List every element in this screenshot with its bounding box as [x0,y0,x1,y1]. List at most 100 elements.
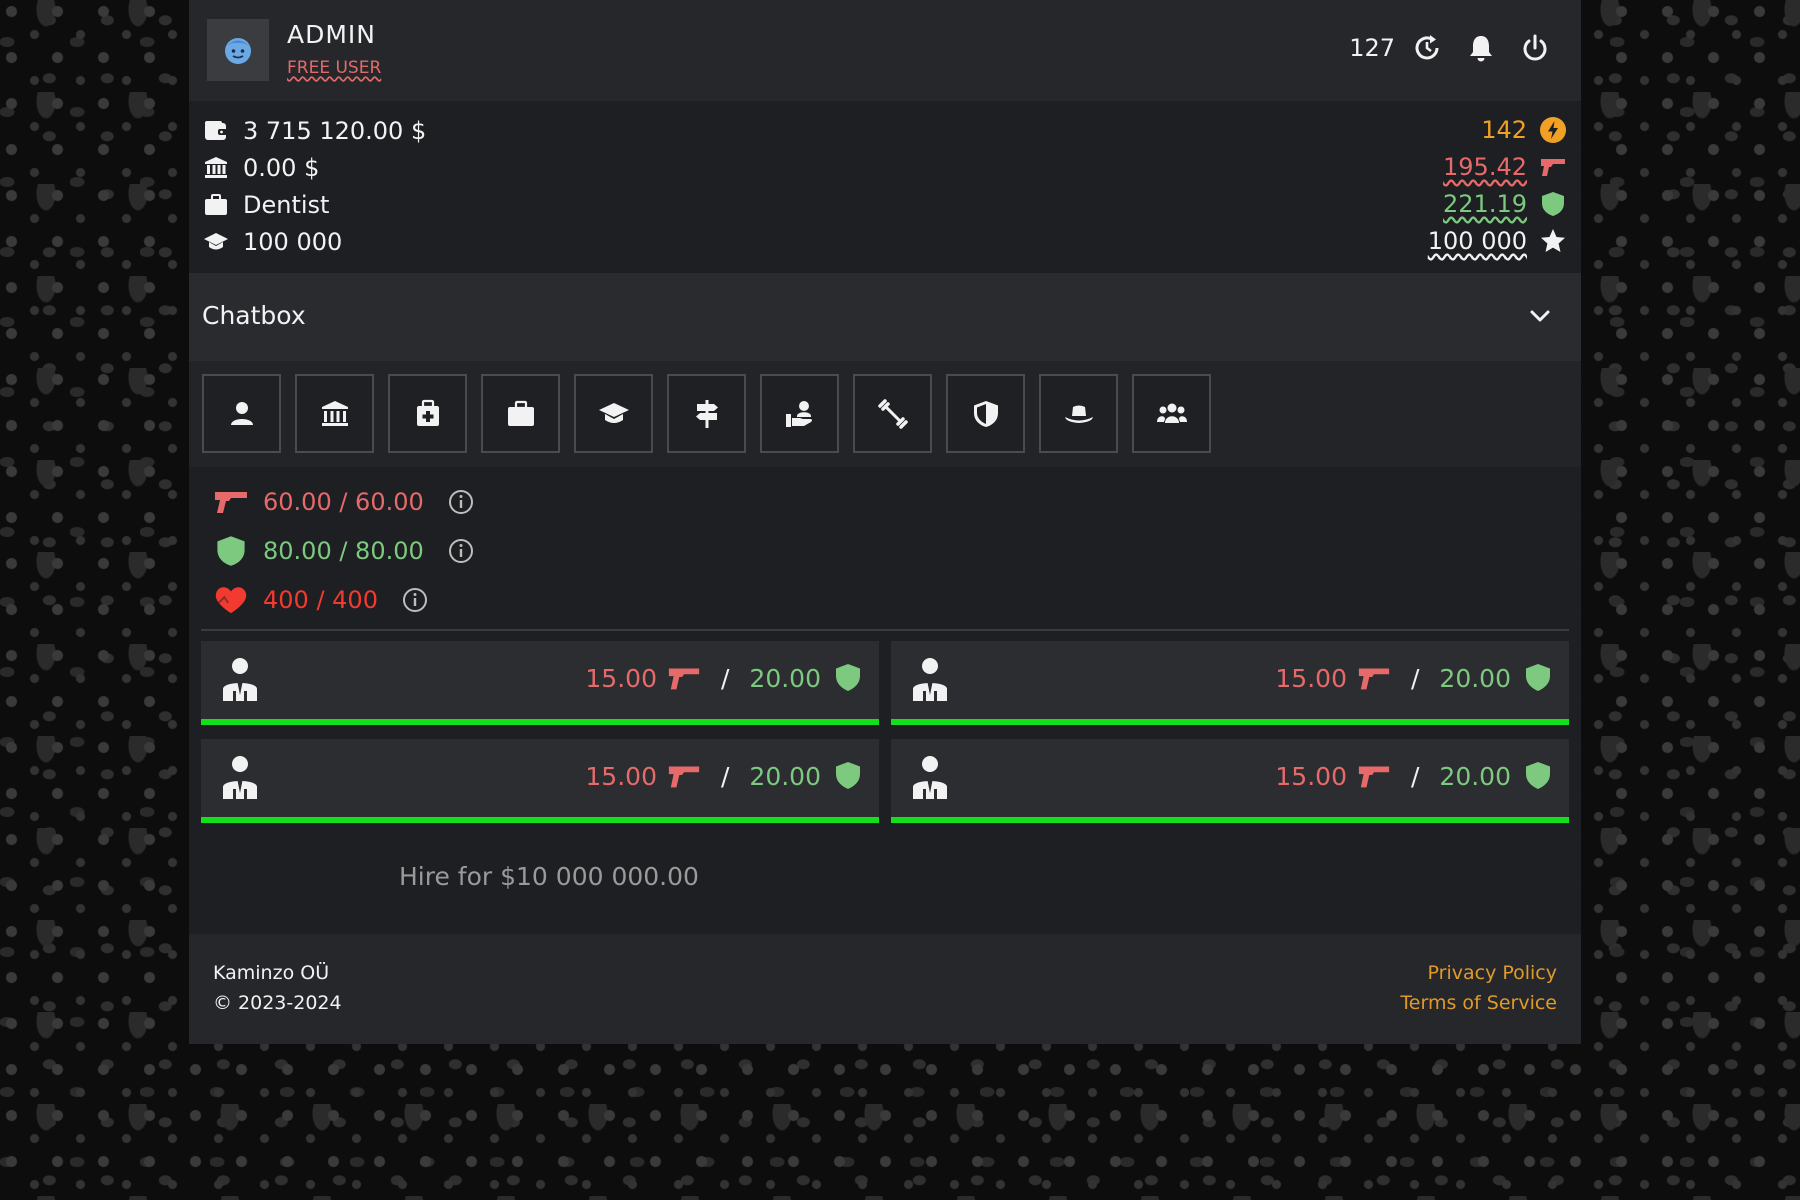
guard-defense: 20.00 [749,663,821,693]
refresh-icon [1415,35,1439,60]
guard-defense: 20.00 [749,761,821,791]
header: ADMIN FREE USER 127 [189,0,1581,101]
group-icon [1156,403,1187,423]
app-container: ADMIN FREE USER 127 3 715 120.00 $ 0.00 … [189,0,1581,1044]
chatbox-title: Chatbox [202,301,306,330]
hand-holding-person-icon [785,400,812,427]
separator: / [1410,663,1420,693]
logout-button[interactable] [1517,30,1553,66]
signpost-icon [695,399,718,428]
bank-value: 0.00 $ [243,154,320,182]
username: ADMIN [287,20,376,49]
attack-combat-value: 60.00 / 60.00 [263,488,424,516]
attack-value[interactable]: 195.42 [1443,153,1527,181]
info-icon[interactable] [402,587,428,613]
hat-icon [1064,405,1093,423]
copyright: © 2023-2024 [213,992,342,1014]
guard-defense: 20.00 [1439,761,1511,791]
shield-icon [836,762,860,789]
chevron-down-icon[interactable] [1527,303,1553,329]
education-stat: 100 000 [203,228,342,256]
attack-row: 60.00 / 60.00 [213,484,474,520]
separator: / [720,761,730,791]
privacy-policy-link[interactable]: Privacy Policy [1428,962,1557,984]
user-face-icon [225,38,251,64]
stats-panel: 3 715 120.00 $ 0.00 $ Dentist 100 000 14… [189,101,1581,273]
bank-stat: 0.00 $ [203,154,319,182]
refresh-button[interactable] [1409,30,1445,66]
shield-icon [973,400,998,427]
nav-hospital-button[interactable] [388,374,467,453]
heart-icon [215,587,247,614]
pistol-icon [1541,159,1565,176]
bodyguard-icon [223,756,257,799]
notifications-button[interactable] [1463,30,1499,66]
pistol-icon [668,668,700,690]
bank-icon [321,400,348,426]
pistol-icon [1358,668,1390,690]
defense-combat-value: 80.00 / 80.00 [263,537,424,565]
energy-stat: 142 [1481,116,1567,144]
power-icon [1523,34,1547,61]
guard-attack: 15.00 [1275,663,1347,693]
shield-icon [836,664,860,691]
nav-education-button[interactable] [574,374,653,453]
job-stat: Dentist [203,191,329,219]
pistol-icon [215,492,247,513]
graduation-cap-icon [204,233,228,250]
header-actions: 127 [1349,30,1553,66]
pistol-icon [668,766,700,788]
chatbox-header[interactable]: Chatbox [189,273,1581,361]
guard-card[interactable]: 15.00 / 20.00 [891,641,1569,725]
health-row: 400 / 400 [213,582,428,618]
briefcase-icon [507,400,534,426]
guard-attack: 15.00 [585,663,657,693]
nav-community-button[interactable] [1132,374,1211,453]
nav-bank-button[interactable] [295,374,374,453]
nav-travel-button[interactable] [667,374,746,453]
shield-icon [1542,192,1564,216]
guard-card[interactable]: 15.00 / 20.00 [201,739,879,823]
hire-button[interactable]: Hire for $10 000 000.00 [399,862,699,891]
nav-gym-button[interactable] [853,374,932,453]
terms-of-service-link[interactable]: Terms of Service [1400,992,1557,1014]
guards-grid: 15.00 / 20.00 15.00 / 20.00 15.00 / 20.0… [201,641,1569,823]
nav-defense-button[interactable] [946,374,1025,453]
experience-value[interactable]: 100 000 [1428,227,1527,255]
job-value: Dentist [243,191,330,219]
avatar[interactable] [207,19,269,81]
info-icon[interactable] [448,489,474,515]
defense-value[interactable]: 221.19 [1443,190,1527,218]
footer: Kaminzo OÜ © 2023-2024 Privacy Policy Te… [189,934,1581,1044]
defense-row: 80.00 / 80.00 [213,533,474,569]
nav-crimes-button[interactable] [760,374,839,453]
account-type[interactable]: FREE USER [287,58,381,78]
guard-card[interactable]: 15.00 / 20.00 [891,739,1569,823]
pistol-icon [1358,766,1390,788]
attack-stat: 195.42 [1443,153,1567,181]
graduation-cap-icon [598,402,629,423]
company-name: Kaminzo OÜ [213,962,330,984]
guard-attack: 15.00 [585,761,657,791]
separator: / [1410,761,1420,791]
star-icon [1541,229,1565,252]
lightning-icon [1540,117,1566,143]
refresh-count: 127 [1349,34,1395,62]
info-icon[interactable] [448,538,474,564]
person-icon [230,401,253,425]
shield-icon [217,536,245,566]
bodyguard-icon [223,658,257,701]
health-value: 400 / 400 [263,586,378,614]
nav-profile-button[interactable] [202,374,281,453]
guard-card[interactable]: 15.00 / 20.00 [201,641,879,725]
bodyguard-icon [913,658,947,701]
separator: / [720,663,730,693]
nav-jobs-button[interactable] [481,374,560,453]
education-value: 100 000 [243,228,343,256]
guard-stats: 15.00 / 20.00 [585,663,865,693]
dumbbell-icon [877,398,908,429]
medkit-icon [416,399,439,426]
defense-stat: 221.19 [1443,190,1567,218]
guard-stats: 15.00 / 20.00 [1275,761,1555,791]
nav-gangs-button[interactable] [1039,374,1118,453]
